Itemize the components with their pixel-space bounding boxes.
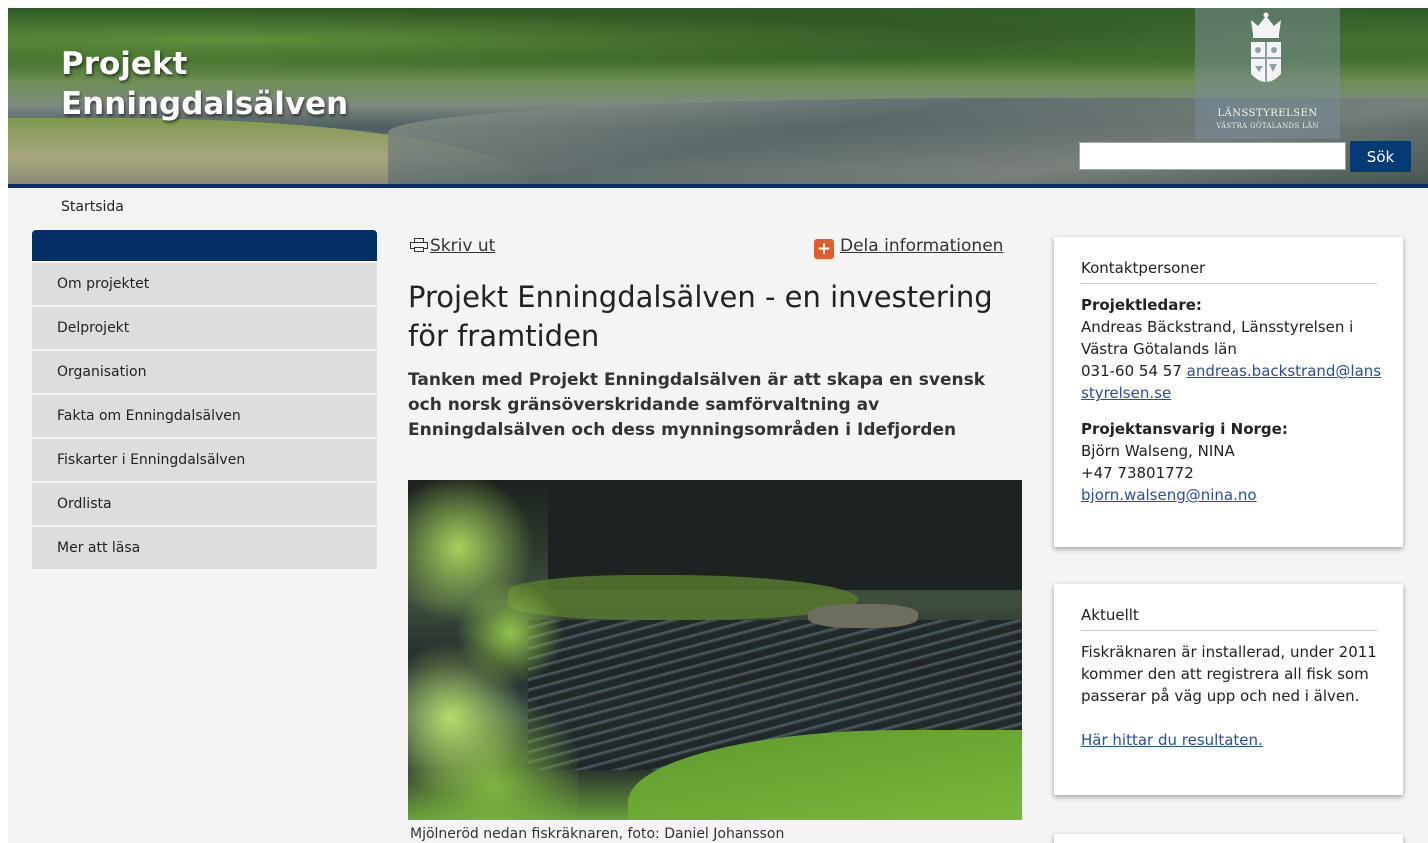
page: Projekt Enningdalsälven LÄNSSTYRELSEN VÄ… [8,8,1428,843]
site-title[interactable]: Projekt Enningdalsälven [61,44,348,124]
sidebar-item-mer-att-lasa[interactable]: Mer att läsa [32,527,377,569]
article-lead: Tanken med Projekt Enningdalsälven är at… [408,370,986,440]
norway-contact-email-link[interactable]: bjorn.walseng@nina.no [1081,486,1257,504]
photo-caption: Mjölneröd nedan fiskräknaren, foto: Dani… [410,826,785,842]
news-box: Aktuellt Fiskräknaren är installerad, un… [1054,584,1403,795]
article-photo [408,480,1022,820]
norway-contact-role: Projektansvarig i Norge: [1081,420,1288,438]
header-divider [8,184,1428,188]
site-title-line2: Enningdalsälven [61,86,349,122]
contacts-box: Kontaktpersoner Projektledare: Andreas B… [1054,237,1403,547]
norway-contact-name: Björn Walseng, NINA [1081,442,1235,460]
nav-header [32,230,377,261]
norway-contact-phone: +47 73801772 [1081,464,1194,482]
share-link[interactable]: + Dela informationen [814,236,1003,259]
breadcrumb[interactable]: Startsida [61,199,124,215]
print-label: Skriv ut [430,236,496,256]
printer-icon [410,238,428,252]
news-heading: Aktuellt [1081,584,1377,631]
sidebar-item-fiskarter[interactable]: Fiskarter i Enningdalsälven [32,439,377,481]
search-button[interactable]: Sök [1350,141,1411,172]
page-title: Projekt Enningdalsälven - en investering… [408,280,993,353]
site-header: Projekt Enningdalsälven LÄNSSTYRELSEN VÄ… [8,8,1428,184]
project-leader-name: Andreas Bäckstrand, Länsstyrelsen i Väst… [1081,318,1354,358]
plus-icon: + [814,239,834,259]
sidebar-item-om-projektet[interactable]: Om projektet [32,263,377,305]
sidebar-item-delprojekt[interactable]: Delprojekt [32,307,377,349]
crown-crest-icon [1251,12,1281,82]
share-label: Dela informationen [840,236,1004,256]
print-link[interactable]: Skriv ut [410,236,495,256]
project-leader-phone: 031-60 54 57 [1081,362,1182,380]
contacts-heading: Kontaktpersoner [1081,237,1377,284]
search-input[interactable] [1079,142,1346,170]
authority-name: LÄNSSTYRELSEN [1217,108,1318,119]
authority-logo[interactable]: LÄNSSTYRELSEN VÄSTRA GÖTALANDS LÄN [1195,8,1340,139]
sidebar-item-fakta[interactable]: Fakta om Enningdalsälven [32,395,377,437]
sidebar-nav: Om projektet Delprojekt Organisation Fak… [32,261,377,569]
third-box [1054,834,1403,843]
site-title-line1: Projekt [61,46,188,82]
authority-subtitle: VÄSTRA GÖTALANDS LÄN [1216,122,1319,130]
news-text: Fiskräknaren är installerad, under 2011 … [1081,643,1377,705]
sidebar-item-organisation[interactable]: Organisation [32,351,377,393]
sidebar-item-ordlista[interactable]: Ordlista [32,483,377,525]
news-results-link[interactable]: Här hittar du resultaten. [1081,731,1263,749]
project-leader-role: Projektledare: [1081,296,1202,314]
